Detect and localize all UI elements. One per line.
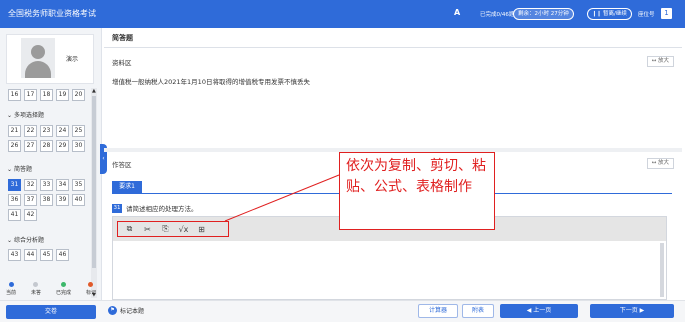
enlarge-material-button[interactable]: ↔ 放大 [646, 56, 674, 67]
legend-item: 当前 [6, 282, 16, 296]
question-type-title: 简答题 [112, 34, 133, 42]
question-number-16[interactable]: 16 [8, 89, 21, 101]
next-page-button[interactable]: 下一页 ▶ [590, 304, 674, 318]
legend-dot-icon [8, 282, 14, 287]
section-title: 多项选择题 [13, 112, 44, 119]
appendix-button[interactable]: 附表 [462, 304, 494, 318]
material-text: 增值税一般纳税人2021年1月10日将取得的增值税专用发票不慎丢失 [112, 78, 310, 86]
mark-label: 标记本题 [120, 308, 145, 315]
font-size-icon[interactable]: A [454, 8, 460, 17]
question-number-32[interactable]: 32 [24, 179, 37, 191]
chevron-down-icon: ⌄ [7, 166, 13, 173]
question-number-20[interactable]: 20 [72, 89, 85, 101]
seat-number: 1 [661, 8, 672, 19]
cut-icon[interactable]: ✂ [142, 225, 153, 234]
pause-button[interactable]: ❙❙ 暂离/继续 [587, 8, 632, 20]
prev-page-button[interactable]: ◀ 上一页 [500, 304, 578, 318]
question-number-41[interactable]: 41 [8, 209, 21, 221]
remaining-time: 剩余：2小时 27分钟 [513, 8, 574, 20]
legend-label: 标记 [85, 290, 96, 296]
copy-icon[interactable]: ⧉ [124, 224, 135, 234]
sidebar-scrollbar[interactable]: ▲ ▼ [91, 88, 97, 298]
question-number-17[interactable]: 17 [24, 89, 37, 101]
material-title: 资料区 [112, 59, 132, 67]
question-number-25[interactable]: 25 [72, 125, 85, 137]
avatar [21, 38, 55, 78]
question-number-42[interactable]: 42 [24, 209, 37, 221]
username: 演示 [66, 56, 79, 63]
question-grid-short: 31 32 33 34 35 36 37 38 39 40 41 42 [8, 179, 85, 221]
legend-dot-icon [88, 282, 94, 287]
editor-scrollbar[interactable] [660, 243, 664, 297]
legend-dot-icon [33, 282, 39, 287]
legend-item: 已完成 [56, 282, 71, 296]
formula-icon[interactable]: √x [178, 225, 189, 234]
question-number-44[interactable]: 44 [24, 249, 37, 261]
question-number-26[interactable]: 26 [8, 140, 21, 152]
question-number-24[interactable]: 24 [56, 125, 69, 137]
section-multi-choice[interactable]: ⌄ 多项选择题 [7, 110, 44, 119]
paste-icon[interactable]: ⎘ [160, 224, 171, 234]
progress-count: 已完成0/46题 [480, 12, 515, 18]
question-line: 31 请简述相应的处理方法。 [112, 203, 198, 213]
question-number-27[interactable]: 27 [24, 140, 37, 152]
chevron-down-icon: ⌄ [7, 112, 13, 119]
highlighted-tools: ⧉ ✂ ⎘ √x ⊞ [117, 221, 229, 237]
scroll-up-icon[interactable]: ▲ [92, 88, 96, 94]
question-number-46[interactable]: 46 [56, 249, 69, 261]
question-number-43[interactable]: 43 [8, 249, 21, 261]
legend-item: 标记 [86, 282, 96, 296]
answer-title: 作答区 [112, 161, 132, 169]
question-number-34[interactable]: 34 [56, 179, 69, 191]
question-number-21[interactable]: 21 [8, 125, 21, 137]
exam-title: 全国税务师职业资格考试 [8, 9, 96, 18]
flag-icon: ⚑ [108, 306, 117, 315]
question-number-22[interactable]: 22 [24, 125, 37, 137]
question-number-35[interactable]: 35 [72, 179, 85, 191]
section-title: 综合分析题 [13, 237, 44, 244]
status-legend: 当前 未答 已完成 标记 [6, 282, 96, 296]
question-number-29[interactable]: 29 [56, 140, 69, 152]
question-number-19[interactable]: 19 [56, 89, 69, 101]
question-number-36[interactable]: 36 [8, 194, 21, 206]
table-icon[interactable]: ⊞ [196, 225, 207, 234]
legend-label: 未答 [30, 290, 41, 296]
question-number-28[interactable]: 28 [40, 140, 53, 152]
legend-label: 当前 [6, 290, 17, 296]
question-grid-multi: 21 22 23 24 25 26 27 28 29 30 [8, 125, 85, 152]
user-card: 演示 [6, 34, 94, 84]
submit-button[interactable]: 交卷 [6, 305, 96, 319]
question-number-39[interactable]: 39 [56, 194, 69, 206]
section-title: 简答题 [13, 166, 32, 173]
question-number-33[interactable]: 33 [40, 179, 53, 191]
question-number-30[interactable]: 30 [72, 140, 85, 152]
section-analysis[interactable]: ⌄ 综合分析题 [7, 235, 44, 244]
question-number-45[interactable]: 45 [40, 249, 53, 261]
question-grid-single: 16 17 18 19 20 [8, 89, 85, 101]
annotation-callout: 依次为复制、剪切、粘贴、公式、表格制作 [339, 152, 495, 230]
question-number: 31 [112, 203, 122, 213]
question-number-31[interactable]: 31 [8, 179, 21, 191]
question-number-18[interactable]: 18 [40, 89, 53, 101]
enlarge-answer-button[interactable]: ↔ 放大 [646, 158, 674, 169]
legend-label: 已完成 [55, 290, 71, 296]
question-number-40[interactable]: 40 [72, 194, 85, 206]
section-short-answer[interactable]: ⌄ 简答题 [7, 164, 32, 173]
question-navigator: 演示 16 17 18 19 20 ⌄ 多项选择题 21 22 23 24 25 26 27 28 29… [0, 28, 102, 300]
chevron-down-icon: ⌄ [7, 237, 13, 244]
legend-dot-icon [60, 282, 66, 287]
mark-question-button[interactable]: ⚑ 标记本题 [108, 306, 144, 315]
legend-item: 未答 [31, 282, 41, 296]
top-bar: 全国税务师职业资格考试 A 已完成0/46题 剩余：2小时 27分钟 ❙❙ 暂离… [0, 0, 685, 28]
question-number-38[interactable]: 38 [40, 194, 53, 206]
tab-requirement-1[interactable]: 要求1 [112, 181, 142, 193]
question-text: 请简述相应的处理方法。 [126, 205, 198, 213]
bottom-bar: 交卷 ⚑ 标记本题 计算器 附表 ◀ 上一页 下一页 ▶ [0, 300, 685, 322]
seat-label: 座位号 [638, 12, 655, 18]
question-grid-analysis: 43 44 45 46 [8, 249, 85, 261]
question-number-37[interactable]: 37 [24, 194, 37, 206]
calculator-button[interactable]: 计算器 [418, 304, 458, 318]
question-number-23[interactable]: 23 [40, 125, 53, 137]
